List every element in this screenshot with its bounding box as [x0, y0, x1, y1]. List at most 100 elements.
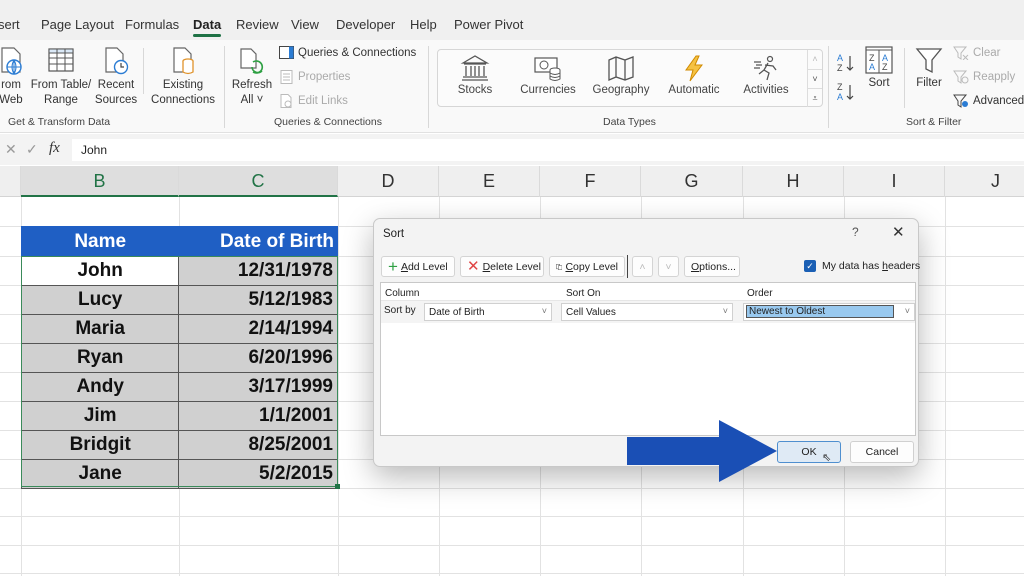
from-table-range-button[interactable]: From Table/ Range: [30, 46, 92, 108]
gallery-expand[interactable]: ⩡: [807, 88, 822, 107]
column-header-d[interactable]: D: [338, 166, 439, 197]
map-icon: [608, 56, 634, 81]
cell-date[interactable]: 8/25/2001: [178, 430, 338, 460]
cell-name[interactable]: Jane: [20, 459, 180, 489]
reapply-filter-button[interactable]: Reapply: [953, 70, 1015, 84]
header-cell-name[interactable]: Name: [20, 226, 180, 257]
tab-view[interactable]: View: [291, 17, 319, 32]
cell-name[interactable]: John: [20, 256, 180, 286]
cell-date[interactable]: 12/31/1978: [178, 256, 338, 286]
data-type-automatic[interactable]: Automatic: [664, 54, 724, 96]
column-header-a[interactable]: [0, 166, 21, 197]
group-separator: [428, 46, 429, 128]
cell-name[interactable]: Andy: [20, 372, 180, 402]
header-cell-date-of-birth[interactable]: Date of Birth: [178, 226, 338, 257]
refresh-all-button[interactable]: Refresh All ˅: [230, 46, 274, 108]
my-data-has-headers-checkbox[interactable]: ✓: [804, 260, 816, 272]
column-header-i[interactable]: I: [844, 166, 945, 197]
data-type-geography[interactable]: Geography: [590, 54, 652, 96]
gallery-scroll-down[interactable]: ˅: [807, 69, 822, 88]
svg-text:Z: Z: [837, 63, 843, 73]
data-type-currencies[interactable]: Currencies: [518, 54, 578, 96]
chevron-down-icon: ˅: [541, 306, 547, 316]
cell-name[interactable]: Ryan: [20, 343, 180, 373]
sort-level-row[interactable]: Sort by Date of Birth ˅ Cell Values ˅ Ne…: [381, 301, 915, 323]
tab-data[interactable]: Data: [193, 17, 222, 37]
properties-button[interactable]: Properties: [279, 70, 350, 84]
column-header-g[interactable]: G: [641, 166, 743, 197]
order-select[interactable]: Newest to Oldest ˅: [743, 303, 915, 321]
column-header-f[interactable]: F: [540, 166, 641, 197]
cell-name[interactable]: Lucy: [20, 285, 180, 315]
clear-filter-button[interactable]: Clear: [953, 46, 1000, 60]
add-level-button[interactable]: + Add Level: [381, 256, 455, 277]
copy-level-button[interactable]: Copy Level: [549, 256, 625, 277]
sort-button[interactable]: Z A A Z Sort: [862, 46, 896, 91]
cell-date[interactable]: 5/2/2015: [178, 459, 338, 489]
table-header-row: Name Date of Birth: [20, 226, 338, 257]
cell-date[interactable]: 5/12/1983: [178, 285, 338, 315]
database-icon: [173, 47, 194, 75]
cell-name[interactable]: Jim: [20, 401, 180, 431]
queries-connections-button[interactable]: Queries & Connections: [279, 46, 416, 59]
data-type-activities[interactable]: Activities: [740, 54, 792, 96]
sort-on-select[interactable]: Cell Values ˅: [561, 303, 733, 321]
column-header-j[interactable]: J: [945, 166, 1024, 197]
tab-page-layout[interactable]: Page Layout: [41, 17, 114, 32]
move-up-button[interactable]: ˄: [632, 256, 653, 277]
tab-developer[interactable]: Developer: [336, 17, 395, 32]
levels-header-row: Column Sort On Order: [381, 283, 915, 301]
fill-handle[interactable]: [335, 484, 340, 489]
move-down-button[interactable]: ˅: [658, 256, 679, 277]
column-header-c[interactable]: C: [179, 166, 338, 197]
delete-level-button[interactable]: ✕ Delete Level: [460, 256, 544, 277]
edit-links-button[interactable]: Edit Links: [279, 94, 348, 108]
group-label-get-transform: Get & Transform Data: [8, 116, 111, 128]
column-header-e[interactable]: E: [439, 166, 540, 197]
refresh-icon: [240, 48, 264, 74]
options-button[interactable]: Options...: [684, 256, 740, 277]
sort-column-select[interactable]: Date of Birth ˅: [424, 303, 552, 321]
ok-button[interactable]: OK: [777, 441, 841, 463]
column-header-h[interactable]: H: [743, 166, 844, 197]
formula-input[interactable]: John: [72, 139, 1024, 161]
sort-icon: Z A A Z: [865, 46, 893, 74]
sort-z-to-a-button[interactable]: Z A: [836, 81, 856, 103]
cell-date[interactable]: 6/20/1996: [178, 343, 338, 373]
cell-date[interactable]: 1/1/2001: [178, 401, 338, 431]
insert-function-icon[interactable]: fx: [49, 140, 60, 157]
tab-insert[interactable]: sert: [0, 17, 20, 32]
confirm-entry-icon[interactable]: ✓: [26, 141, 38, 158]
cell-name[interactable]: Bridgit: [20, 430, 180, 460]
copy-icon: [556, 263, 563, 270]
existing-connections-button[interactable]: Existing Connections: [148, 46, 218, 108]
edit-links-icon: [280, 94, 292, 108]
tab-formulas[interactable]: Formulas: [125, 17, 179, 32]
filter-button[interactable]: Filter: [911, 46, 947, 91]
tab-help[interactable]: Help: [410, 17, 437, 32]
queries-pane-icon: [279, 46, 294, 59]
properties-icon: [280, 70, 293, 84]
advanced-filter-button[interactable]: Advanced: [953, 94, 1024, 108]
close-button[interactable]: ✕: [892, 223, 905, 241]
group-label-queries: Queries & Connections: [274, 116, 382, 128]
column-header-b[interactable]: B: [21, 166, 179, 197]
cell-name[interactable]: Maria: [20, 314, 180, 344]
from-web-button[interactable]: rom Web: [0, 46, 28, 108]
sort-descending-icon: Z A: [837, 82, 854, 102]
tab-power-pivot[interactable]: Power Pivot: [454, 17, 523, 32]
sort-a-to-z-button[interactable]: A Z: [836, 52, 856, 74]
group-label-data-types: Data Types: [603, 116, 656, 128]
cell-date[interactable]: 2/14/1994: [178, 314, 338, 344]
tab-review[interactable]: Review: [236, 17, 279, 32]
recent-sources-button[interactable]: Recent Sources: [94, 46, 138, 108]
data-types-gallery: Stocks Currencies Geography Automatic Ac…: [437, 49, 823, 107]
cell-date[interactable]: 3/17/1999: [178, 372, 338, 402]
my-data-has-headers-label[interactable]: My data has headers: [822, 260, 920, 272]
data-type-stocks[interactable]: Stocks: [450, 54, 500, 96]
cancel-button[interactable]: Cancel: [850, 441, 914, 463]
help-button[interactable]: ?: [852, 225, 859, 239]
gallery-scroll-up[interactable]: ˄: [807, 50, 822, 69]
grid-line: [338, 197, 339, 576]
cancel-entry-icon[interactable]: ✕: [5, 141, 17, 158]
